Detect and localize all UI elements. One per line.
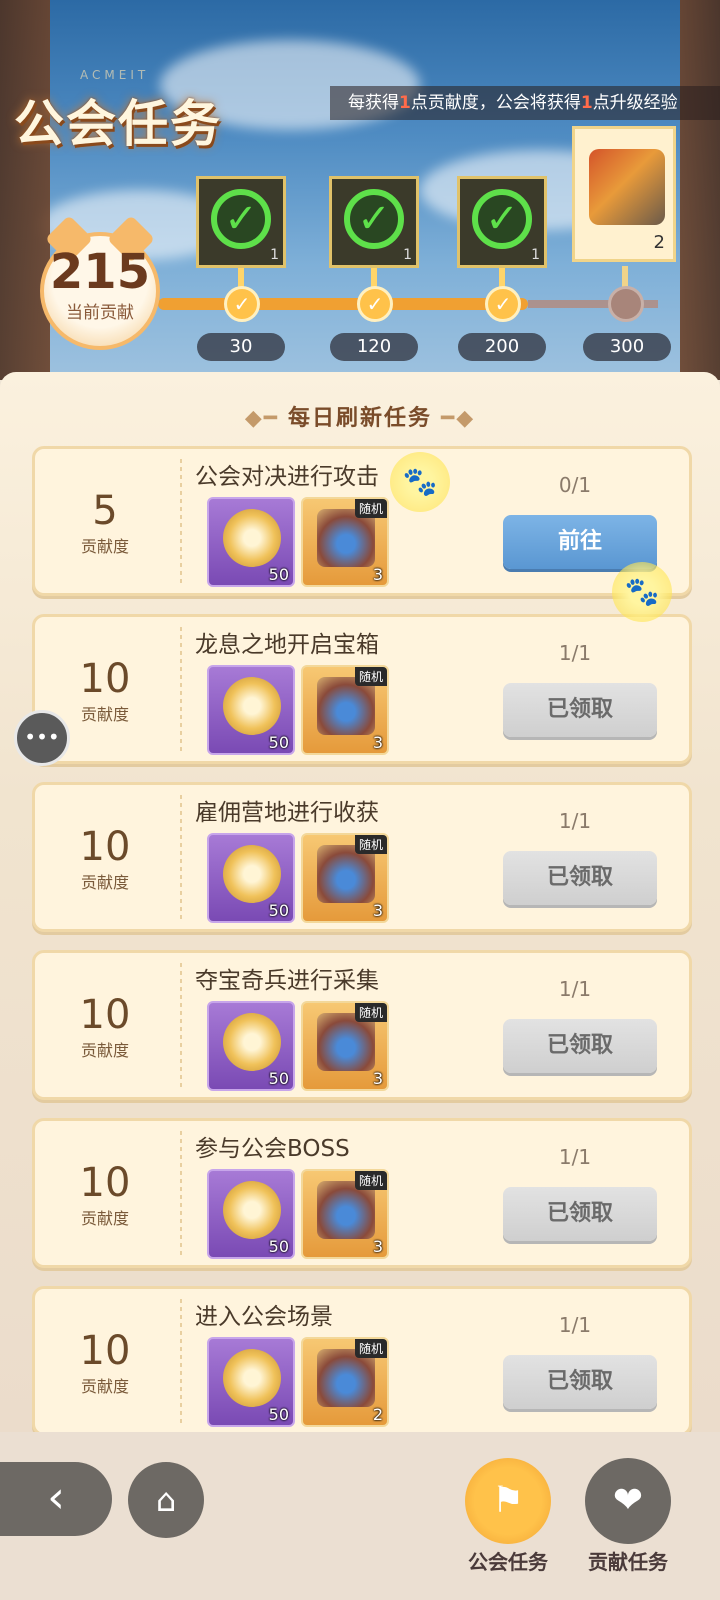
task-progress: 1/1 — [558, 977, 592, 1001]
medal-reward-item[interactable]: 50 — [207, 665, 295, 755]
milestone-reward-30[interactable]: ✓ 1 — [196, 176, 286, 268]
milestone-threshold: 120 — [330, 333, 418, 361]
claimed-button[interactable]: 已领取 — [503, 1187, 657, 1241]
chest-reward-item[interactable]: 随机 3 — [301, 665, 389, 755]
chest-reward-item[interactable]: 随机 3 — [301, 833, 389, 923]
progress-track-filled — [158, 298, 528, 310]
scroll-heart-icon: ❤ — [612, 1480, 644, 1521]
reward-count: 1 — [531, 247, 540, 263]
scroll-icon — [589, 149, 665, 225]
milestone-threshold: 200 — [458, 333, 546, 361]
back-button[interactable]: ‹ — [0, 1462, 112, 1536]
medal-reward-item[interactable]: 50 — [207, 497, 295, 587]
task-card: 5 贡献度 公会对决进行攻击 0/1 50 随机 3 前往 — [32, 446, 692, 596]
medal-icon — [223, 1181, 281, 1239]
reward-count: 1 — [403, 247, 412, 263]
title-watermark: ACMEIT — [80, 68, 150, 82]
chevron-left-icon: ‹ — [47, 1472, 65, 1523]
reward-count: 1 — [270, 247, 279, 263]
tab-contribution-tasks[interactable]: 贡献任务 — [568, 1546, 688, 1575]
milestone-reward-300[interactable]: 2 — [572, 126, 676, 262]
divider — [180, 1131, 182, 1255]
task-progress: 1/1 — [558, 641, 592, 665]
milestone-node-checked: ✓ — [485, 286, 521, 322]
task-progress: 1/1 — [558, 1313, 592, 1337]
medal-reward-item[interactable]: 50 — [207, 1169, 295, 1259]
banner-icon: ⚑ — [491, 1480, 525, 1521]
medal-reward-item[interactable]: 50 — [207, 1001, 295, 1091]
task-name: 公会对决进行攻击 — [195, 464, 379, 490]
task-progress: 1/1 — [558, 809, 592, 833]
task-progress: 0/1 — [558, 473, 592, 497]
chat-bubble-icon[interactable]: ••• — [14, 710, 70, 766]
page-title: 公会任务 — [14, 95, 222, 153]
task-card: 10 贡献度 龙息之地开启宝箱 1/1 50 随机 3 已领取 — [32, 614, 692, 764]
task-name: 夺宝奇兵进行采集 — [195, 968, 379, 994]
divider — [180, 459, 182, 583]
medal-icon — [223, 1349, 281, 1407]
task-name: 龙息之地开启宝箱 — [195, 632, 379, 658]
milestone-threshold: 30 — [197, 333, 285, 361]
task-points: 5 贡献度 — [80, 488, 129, 556]
medal-reward-item[interactable]: 50 — [207, 833, 295, 923]
section-title: ◆━ 每日刷新任务 ━◆ — [244, 406, 476, 431]
milestone-reward-200[interactable]: ✓ 1 — [457, 176, 547, 268]
frame-decoration-right — [680, 0, 720, 380]
contribution-notice: 每获得1点贡献度，公会将获得1点升级经验 — [330, 86, 720, 120]
contribution-tasks-tab-icon[interactable]: ❤ — [585, 1458, 671, 1544]
chest-reward-item[interactable]: 随机 2 — [301, 1337, 389, 1427]
medal-icon — [223, 845, 281, 903]
chest-reward-item[interactable]: 随机 3 — [301, 497, 389, 587]
task-points: 10 贡献度 — [79, 992, 131, 1060]
task-card: 10 贡献度 参与公会BOSS 1/1 50 随机 3 已领取 — [32, 1118, 692, 1268]
task-card: 10 贡献度 进入公会场景 1/1 50 随机 2 已领取 — [32, 1286, 692, 1436]
claimed-button[interactable]: 已领取 — [503, 683, 657, 737]
task-name: 参与公会BOSS — [195, 1136, 350, 1162]
home-icon: ⌂ — [155, 1481, 177, 1519]
task-card: 10 贡献度 雇佣营地进行收获 1/1 50 随机 3 已领取 — [32, 782, 692, 932]
chest-reward-item[interactable]: 随机 3 — [301, 1001, 389, 1091]
claimed-button[interactable]: 已领取 — [503, 851, 657, 905]
check-icon: ✓ — [472, 189, 532, 249]
paw-sparkle-icon: 🐾 — [390, 452, 450, 512]
medal-icon — [223, 677, 281, 735]
claimed-button[interactable]: 已领取 — [503, 1355, 657, 1409]
tab-guild-tasks[interactable]: 公会任务 — [448, 1546, 568, 1575]
task-name: 雇佣营地进行收获 — [195, 800, 379, 826]
reward-count: 2 — [653, 232, 665, 253]
current-contribution-label: 当前贡献 — [66, 303, 134, 323]
guild-tasks-tab-icon[interactable]: ⚑ — [465, 1458, 551, 1544]
medal-icon — [223, 509, 281, 567]
chest-reward-item[interactable]: 随机 3 — [301, 1169, 389, 1259]
check-icon: ✓ — [211, 189, 271, 249]
task-progress: 1/1 — [558, 1145, 592, 1169]
milestone-reward-120[interactable]: ✓ 1 — [329, 176, 419, 268]
check-icon: ✓ — [344, 189, 404, 249]
current-contribution-value: 215 — [49, 244, 151, 300]
task-card: 10 贡献度 夺宝奇兵进行采集 1/1 50 随机 3 已领取 — [32, 950, 692, 1100]
task-points: 10 贡献度 — [79, 824, 131, 892]
divider — [180, 1299, 182, 1423]
task-points: 10 贡献度 — [79, 1328, 131, 1396]
current-contribution-badge: 215 当前贡献 — [40, 214, 160, 350]
go-button[interactable]: 前往 — [503, 515, 657, 569]
milestone-node-checked: ✓ — [357, 286, 393, 322]
task-points: 10 贡献度 — [79, 1160, 131, 1228]
medal-icon — [223, 1013, 281, 1071]
claimed-button[interactable]: 已领取 — [503, 1019, 657, 1073]
home-button[interactable]: ⌂ — [128, 1462, 204, 1538]
divider — [180, 627, 182, 751]
milestone-node-locked — [608, 286, 644, 322]
milestone-threshold: 300 — [583, 333, 671, 361]
divider — [180, 963, 182, 1087]
divider — [180, 795, 182, 919]
paw-sparkle-icon: 🐾 — [612, 562, 672, 622]
task-name: 进入公会场景 — [195, 1304, 333, 1330]
frame-decoration-left — [0, 0, 50, 380]
milestone-node-checked: ✓ — [224, 286, 260, 322]
medal-reward-item[interactable]: 50 — [207, 1337, 295, 1427]
